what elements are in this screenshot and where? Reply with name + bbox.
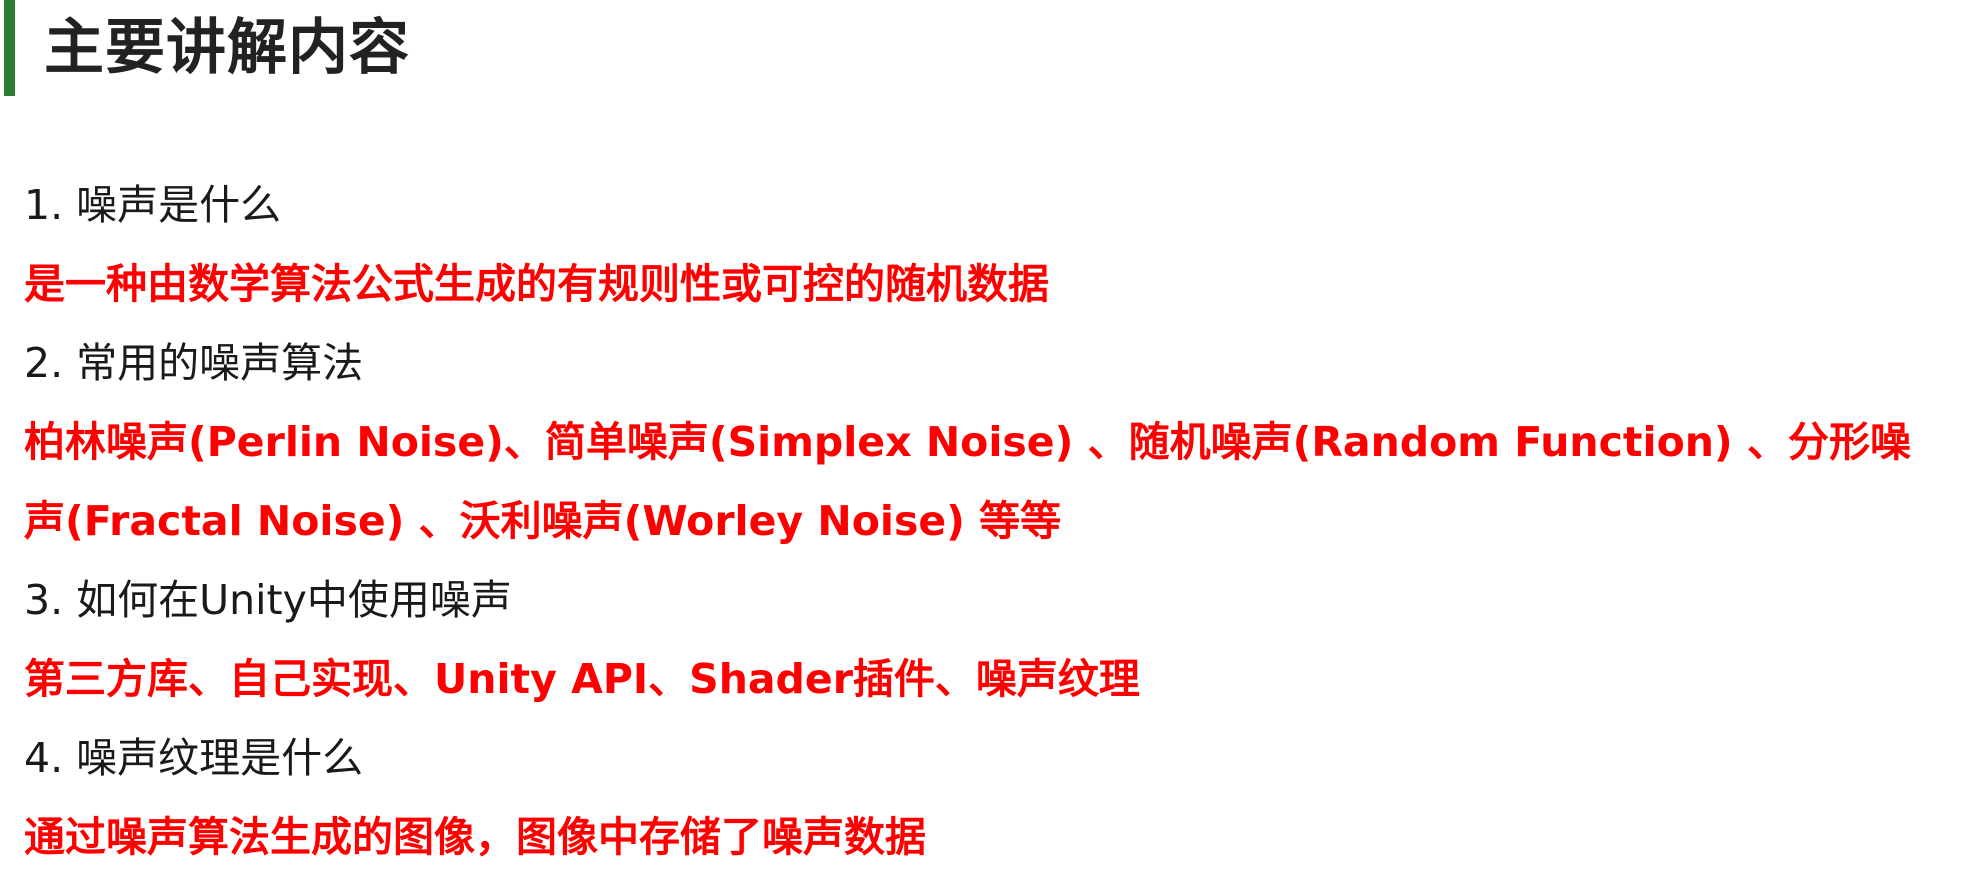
answer-3: 第三方库、自己实现、Unity API、Shader插件、噪声纹理	[24, 655, 1140, 703]
question-2: 2. 常用的噪声算法	[24, 339, 364, 387]
question-3: 3. 如何在Unity中使用噪声	[24, 576, 512, 624]
answer-1: 是一种由数学算法公式生成的有规则性或可控的随机数据	[24, 260, 1049, 308]
answer-4: 通过噪声算法生成的图像，图像中存储了噪声数据	[24, 813, 926, 861]
content-list: 1. 噪声是什么 是一种由数学算法公式生成的有规则性或可控的随机数据 2. 常用…	[24, 166, 1944, 877]
question-1: 1. 噪声是什么	[24, 181, 282, 229]
question-4: 4. 噪声纹理是什么	[24, 734, 364, 782]
answer-2-line-2: 声(Fractal Noise) 、沃利噪声(Worley Noise) 等等	[24, 497, 1062, 545]
title-accent-bar	[4, 0, 15, 96]
slide-header: 主要讲解内容	[0, 0, 1971, 96]
answer-2-line-1: 柏林噪声(Perlin Noise)、简单噪声(Simplex Noise) 、…	[24, 418, 1911, 466]
page-title: 主要讲解内容	[44, 13, 410, 83]
